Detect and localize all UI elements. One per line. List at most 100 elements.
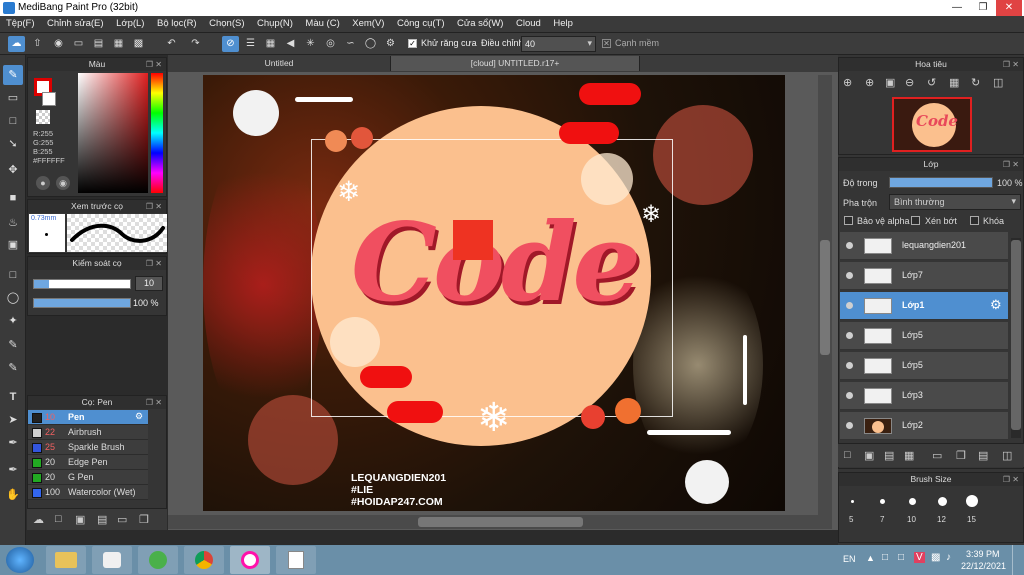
magic-wand-icon[interactable]: ✦ bbox=[3, 311, 23, 331]
clip-checkbox[interactable] bbox=[911, 216, 920, 225]
brush-item-g-pen[interactable]: 20 G Pen bbox=[28, 470, 148, 485]
media-player-icon[interactable] bbox=[92, 546, 132, 574]
curve-snap-icon[interactable]: ∽ bbox=[342, 36, 359, 52]
app-green-icon[interactable] bbox=[138, 546, 178, 574]
duplicate-icon[interactable]: ❐ bbox=[956, 449, 966, 462]
layer-row[interactable]: Lớp3 bbox=[840, 382, 1008, 410]
flip-icon[interactable]: ◫ bbox=[993, 76, 1003, 89]
brush-item-airbrush[interactable]: 22 Airbrush bbox=[28, 425, 148, 440]
fill-rect-tool-icon[interactable]: ■ bbox=[3, 188, 23, 208]
move-tool-icon[interactable]: ✥ bbox=[3, 160, 23, 180]
hand-tool-icon[interactable]: ✋ bbox=[3, 485, 23, 505]
operation-tool-icon[interactable]: ➤ bbox=[3, 410, 23, 430]
adjust-input[interactable]: 40 ▾ bbox=[521, 36, 596, 52]
brush-settings-icon[interactable]: ▤ bbox=[97, 513, 107, 526]
trash-icon[interactable]: ◫ bbox=[1002, 449, 1012, 462]
grid-icon[interactable]: ▩ bbox=[130, 36, 147, 52]
zoom-out-icon[interactable]: ⊖ bbox=[905, 76, 914, 89]
maximize-button[interactable]: ❐ bbox=[970, 0, 996, 16]
layout-icon[interactable]: ▦ bbox=[110, 36, 127, 52]
brush-tool-icon[interactable]: ✎ bbox=[3, 65, 23, 85]
eye-icon[interactable] bbox=[846, 242, 853, 249]
gear-icon[interactable]: ⚙ bbox=[382, 36, 399, 52]
eye-icon[interactable] bbox=[846, 392, 853, 399]
menu-snap[interactable]: Chụp(N) bbox=[257, 16, 293, 31]
gradient-tool-icon[interactable]: ▣ bbox=[3, 235, 23, 255]
bucket-tool-icon[interactable]: ♨ bbox=[3, 213, 23, 233]
size-dot-10[interactable] bbox=[909, 498, 916, 505]
saturation-value-picker[interactable] bbox=[78, 73, 148, 193]
lasso-tool-icon[interactable]: ◯ bbox=[3, 288, 23, 308]
doc-icon[interactable]: ▭ bbox=[70, 36, 87, 52]
eye-icon[interactable] bbox=[846, 422, 853, 429]
redo-icon[interactable]: ↷ bbox=[187, 36, 204, 52]
size-dot-15[interactable] bbox=[966, 495, 978, 507]
perspective-icon[interactable]: ◀ bbox=[282, 36, 299, 52]
menu-layer[interactable]: Lớp(L) bbox=[116, 16, 144, 31]
tab-untitled[interactable]: Untitled bbox=[168, 56, 390, 71]
menu-window[interactable]: Cửa sổ(W) bbox=[457, 16, 503, 31]
language-indicator[interactable]: EN bbox=[843, 554, 856, 564]
new-brush-icon[interactable]: □ bbox=[55, 513, 62, 525]
background-swatch[interactable] bbox=[42, 92, 56, 106]
menu-filter[interactable]: Bộ lọc(R) bbox=[157, 16, 197, 31]
circle-snap-icon[interactable]: ◎ bbox=[322, 36, 339, 52]
layer-row[interactable]: Lớp5 bbox=[840, 352, 1008, 380]
merge-down-icon[interactable]: ▤ bbox=[978, 449, 988, 462]
palette-icon[interactable]: ● bbox=[36, 176, 50, 190]
start-button[interactable] bbox=[6, 547, 34, 573]
layer-row[interactable]: Lớp7 bbox=[840, 262, 1008, 290]
menu-cloud[interactable]: Cloud bbox=[516, 16, 541, 31]
folder-icon[interactable]: ▭ bbox=[117, 513, 127, 526]
brush-size-input[interactable]: 10 bbox=[135, 276, 163, 291]
brush-item-edge-pen[interactable]: 20 Edge Pen bbox=[28, 455, 148, 470]
menu-color[interactable]: Màu (C) bbox=[305, 16, 339, 31]
brush-item-pen[interactable]: 10 Pen ⚙ bbox=[28, 410, 148, 425]
tray-v-icon[interactable]: V bbox=[914, 552, 925, 563]
horizontal-scroll-thumb[interactable] bbox=[418, 517, 583, 527]
brush-opacity-slider[interactable] bbox=[33, 298, 131, 308]
select-pen-icon[interactable]: ✎ bbox=[3, 335, 23, 355]
radial-snap-icon[interactable]: ✳ bbox=[302, 36, 319, 52]
size-dot-7[interactable] bbox=[880, 499, 885, 504]
tray-arrow-icon[interactable]: ▲ bbox=[866, 553, 875, 563]
vertical-scrollbar[interactable] bbox=[818, 75, 832, 515]
select-tool-icon[interactable]: □ bbox=[3, 265, 23, 285]
line-tool-icon[interactable]: ➘ bbox=[3, 134, 23, 154]
chrome-icon[interactable] bbox=[184, 546, 224, 574]
eye-icon[interactable] bbox=[846, 302, 853, 309]
copy-icon[interactable]: ❐ bbox=[139, 513, 149, 526]
tray-icon[interactable]: □ bbox=[898, 552, 904, 563]
gear-icon[interactable]: ⚙ bbox=[990, 297, 1002, 313]
artwork-canvas[interactable]: ❄ ❄ ❄ Code LEQUANGDIEN201 #LIE #HOIDAP24… bbox=[203, 75, 785, 511]
layer-row-selected[interactable]: Lớp1 ⚙ bbox=[840, 292, 1008, 320]
layer-row[interactable]: lequangdien201 bbox=[840, 232, 1008, 260]
comment-icon[interactable]: ◉ bbox=[50, 36, 67, 52]
rotate-left-icon[interactable]: ↺ bbox=[927, 76, 936, 89]
layer-row[interactable]: Lớp2 bbox=[840, 412, 1008, 440]
transparent-swatch[interactable] bbox=[36, 110, 50, 124]
volume-icon[interactable]: ♪ bbox=[946, 552, 951, 563]
zoom-icon[interactable]: ⊕ bbox=[843, 76, 852, 89]
layer-row[interactable]: Lớp5 bbox=[840, 322, 1008, 350]
undo-icon[interactable]: ↶ bbox=[163, 36, 180, 52]
add-layer-menu-icon[interactable]: ▦ bbox=[904, 449, 914, 462]
navigator-thumbnail[interactable]: Code bbox=[892, 97, 972, 152]
tab-cloud-untitled[interactable]: [cloud] UNTITLED.r17+ bbox=[390, 56, 640, 71]
text-tool-icon[interactable]: T bbox=[3, 387, 23, 407]
add-brush-icon[interactable]: ▣ bbox=[75, 513, 85, 526]
brush-item-watercolor[interactable]: 100 Watercolor (Wet) bbox=[28, 485, 148, 500]
clock-time[interactable]: 3:39 PM bbox=[966, 549, 1000, 559]
page-icon[interactable]: ▤ bbox=[90, 36, 107, 52]
network-icon[interactable]: ▩ bbox=[931, 552, 940, 563]
layer-opacity-slider[interactable] bbox=[889, 177, 993, 188]
folder-icon[interactable]: ▭ bbox=[932, 449, 942, 462]
brush-item-sparkle[interactable]: 25 Sparkle Brush bbox=[28, 440, 148, 455]
medibang-taskbar-icon[interactable] bbox=[230, 546, 270, 574]
actual-size-icon[interactable]: ▦ bbox=[949, 76, 959, 89]
clock-date[interactable]: 22/12/2021 bbox=[961, 561, 1006, 571]
share-icon[interactable]: ⇧ bbox=[29, 36, 46, 52]
blend-mode-select[interactable]: Bình thường ▾ bbox=[889, 194, 1021, 210]
size-dot-12[interactable] bbox=[938, 497, 947, 506]
tray-icon[interactable]: □ bbox=[882, 552, 888, 563]
